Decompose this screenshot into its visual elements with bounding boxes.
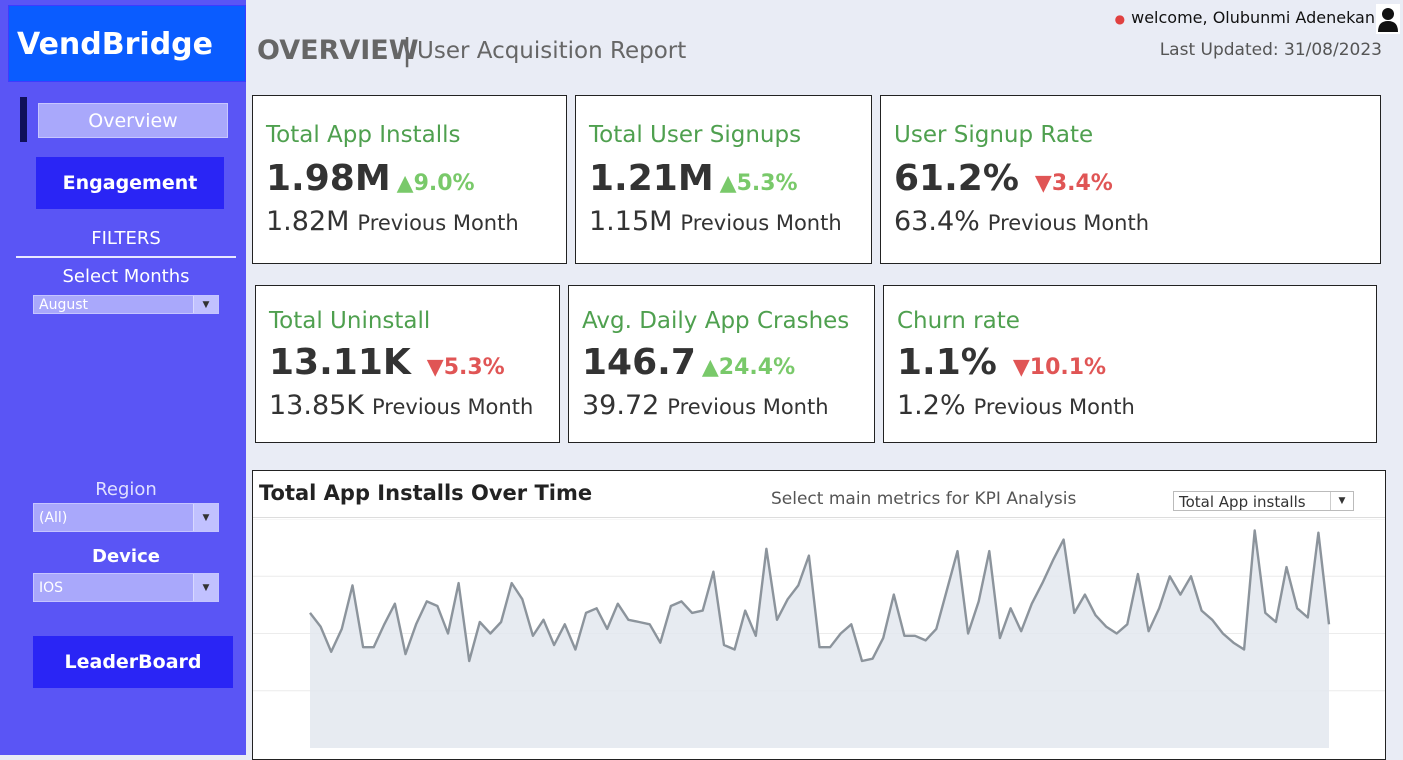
sidebar: VendBridge Overview Engagement FILTERS S… bbox=[0, 0, 246, 755]
kpi-card-crashes: Avg. Daily App Crashes 146.7 ▲24.4% 39.72… bbox=[568, 285, 875, 443]
installs-line-chart bbox=[253, 519, 1385, 748]
kpi-previous: 13.85K Previous Month bbox=[269, 390, 533, 421]
welcome-message: ● welcome, Olubunmi Adenekan bbox=[1115, 8, 1375, 27]
nav-leaderboard-button[interactable]: LeaderBoard bbox=[33, 636, 233, 688]
device-dropdown-value: IOS bbox=[39, 579, 64, 596]
kpi-previous: 1.82M Previous Month bbox=[266, 206, 519, 237]
app-logo: VendBridge bbox=[8, 5, 246, 82]
months-dropdown[interactable]: August ▼ bbox=[33, 295, 219, 314]
device-filter-label: Device bbox=[92, 546, 160, 567]
page-title: OVERVIEW bbox=[257, 35, 419, 66]
kpi-previous-value: 1.82M bbox=[266, 206, 350, 237]
kpi-value: 1.1% bbox=[897, 342, 997, 383]
kpi-card-uninstall: Total Uninstall 13.11K ▼5.3% 13.85K Previo… bbox=[255, 285, 560, 443]
metric-select-label: Select main metrics for KPI Analysis bbox=[771, 489, 1077, 509]
kpi-change: ▼5.3% bbox=[426, 355, 505, 380]
kpi-value: 61.2% bbox=[894, 158, 1019, 199]
months-dropdown-value: August bbox=[39, 296, 88, 313]
kpi-value-line: 146.7 ▲24.4% bbox=[582, 342, 795, 383]
kpi-previous-label: Previous Month bbox=[973, 395, 1135, 419]
welcome-text: welcome, Olubunmi Adenekan bbox=[1131, 8, 1375, 27]
kpi-change: ▼10.1% bbox=[1012, 355, 1107, 380]
nav-engagement-button[interactable]: Engagement bbox=[36, 157, 224, 209]
kpi-previous-label: Previous Month bbox=[357, 211, 519, 235]
kpi-card-signup-rate: User Signup Rate 61.2% ▼3.4% 63.4% Previou… bbox=[880, 95, 1381, 264]
filters-heading: FILTERS bbox=[91, 228, 161, 249]
chevron-down-icon[interactable]: ▼ bbox=[193, 296, 218, 313]
user-avatar-icon[interactable] bbox=[1376, 4, 1400, 34]
kpi-value-line: 1.21M ▲5.3% bbox=[589, 158, 798, 199]
nav-overview-button[interactable]: Overview bbox=[38, 103, 228, 138]
chart-divider bbox=[253, 517, 1385, 518]
chevron-down-icon[interactable]: ▼ bbox=[1330, 492, 1353, 510]
kpi-title: Churn rate bbox=[897, 308, 1020, 334]
device-dropdown[interactable]: IOS ▼ bbox=[33, 573, 219, 602]
kpi-previous-value: 1.15M bbox=[589, 206, 673, 237]
kpi-previous: 1.15M Previous Month bbox=[589, 206, 842, 237]
installs-chart-card: Total App Installs Over Time Select main… bbox=[252, 470, 1386, 760]
months-filter-label: Select Months bbox=[62, 266, 190, 287]
kpi-change: ▲24.4% bbox=[701, 355, 796, 380]
kpi-previous-label: Previous Month bbox=[680, 211, 842, 235]
kpi-previous-value: 1.2% bbox=[897, 390, 966, 421]
chart-title: Total App Installs Over Time bbox=[259, 481, 593, 505]
kpi-title: User Signup Rate bbox=[894, 122, 1094, 148]
region-dropdown[interactable]: (All) ▼ bbox=[33, 503, 219, 532]
kpi-previous: 39.72 Previous Month bbox=[582, 390, 829, 421]
kpi-previous-label: Previous Month bbox=[372, 395, 534, 419]
kpi-previous-label: Previous Month bbox=[987, 211, 1150, 235]
kpi-value: 13.11K bbox=[269, 342, 411, 383]
kpi-previous-value: 63.4% bbox=[894, 206, 980, 237]
kpi-card-signups: Total User Signups 1.21M ▲5.3% 1.15M Previ… bbox=[575, 95, 872, 264]
kpi-previous: 1.2% Previous Month bbox=[897, 390, 1135, 421]
region-dropdown-value: (All) bbox=[39, 509, 68, 526]
kpi-value-line: 61.2% ▼3.4% bbox=[894, 158, 1113, 199]
nav-active-indicator bbox=[20, 97, 27, 142]
filters-divider bbox=[16, 256, 236, 258]
page-subtitle: User Acquisition Report bbox=[417, 38, 687, 64]
kpi-value: 1.21M bbox=[589, 158, 714, 199]
metric-dropdown[interactable]: Total App installs ▼ bbox=[1173, 491, 1354, 511]
kpi-previous-label: Previous Month bbox=[667, 395, 829, 419]
kpi-previous-value: 13.85K bbox=[269, 390, 365, 421]
kpi-value-line: 1.98M ▲9.0% bbox=[266, 158, 475, 199]
kpi-title: Total User Signups bbox=[589, 122, 802, 148]
kpi-value: 146.7 bbox=[582, 342, 696, 383]
chevron-down-icon[interactable]: ▼ bbox=[193, 504, 218, 531]
kpi-previous-value: 39.72 bbox=[582, 390, 660, 421]
kpi-title: Total Uninstall bbox=[269, 308, 431, 334]
kpi-change: ▲5.3% bbox=[719, 171, 798, 196]
kpi-value: 1.98M bbox=[266, 158, 391, 199]
kpi-card-installs: Total App Installs 1.98M ▲9.0% 1.82M Previ… bbox=[252, 95, 567, 264]
kpi-value-line: 13.11K ▼5.3% bbox=[269, 342, 505, 383]
chevron-down-icon[interactable]: ▼ bbox=[193, 574, 218, 601]
last-updated: Last Updated: 31/08/2023 bbox=[1159, 40, 1382, 60]
kpi-title: Total App Installs bbox=[266, 122, 461, 148]
title-separator: | bbox=[402, 33, 413, 68]
kpi-change: ▲9.0% bbox=[396, 171, 475, 196]
kpi-change: ▼3.4% bbox=[1034, 171, 1113, 196]
kpi-value-line: 1.1% ▼10.1% bbox=[897, 342, 1106, 383]
metric-dropdown-value: Total App installs bbox=[1179, 493, 1306, 511]
kpi-card-churn: Churn rate 1.1% ▼10.1% 1.2% Previous Month bbox=[883, 285, 1377, 443]
status-dot-icon: ● bbox=[1114, 12, 1126, 26]
kpi-title: Avg. Daily App Crashes bbox=[582, 308, 850, 334]
kpi-previous: 63.4% Previous Month bbox=[894, 206, 1149, 237]
region-filter-label: Region bbox=[95, 479, 157, 500]
